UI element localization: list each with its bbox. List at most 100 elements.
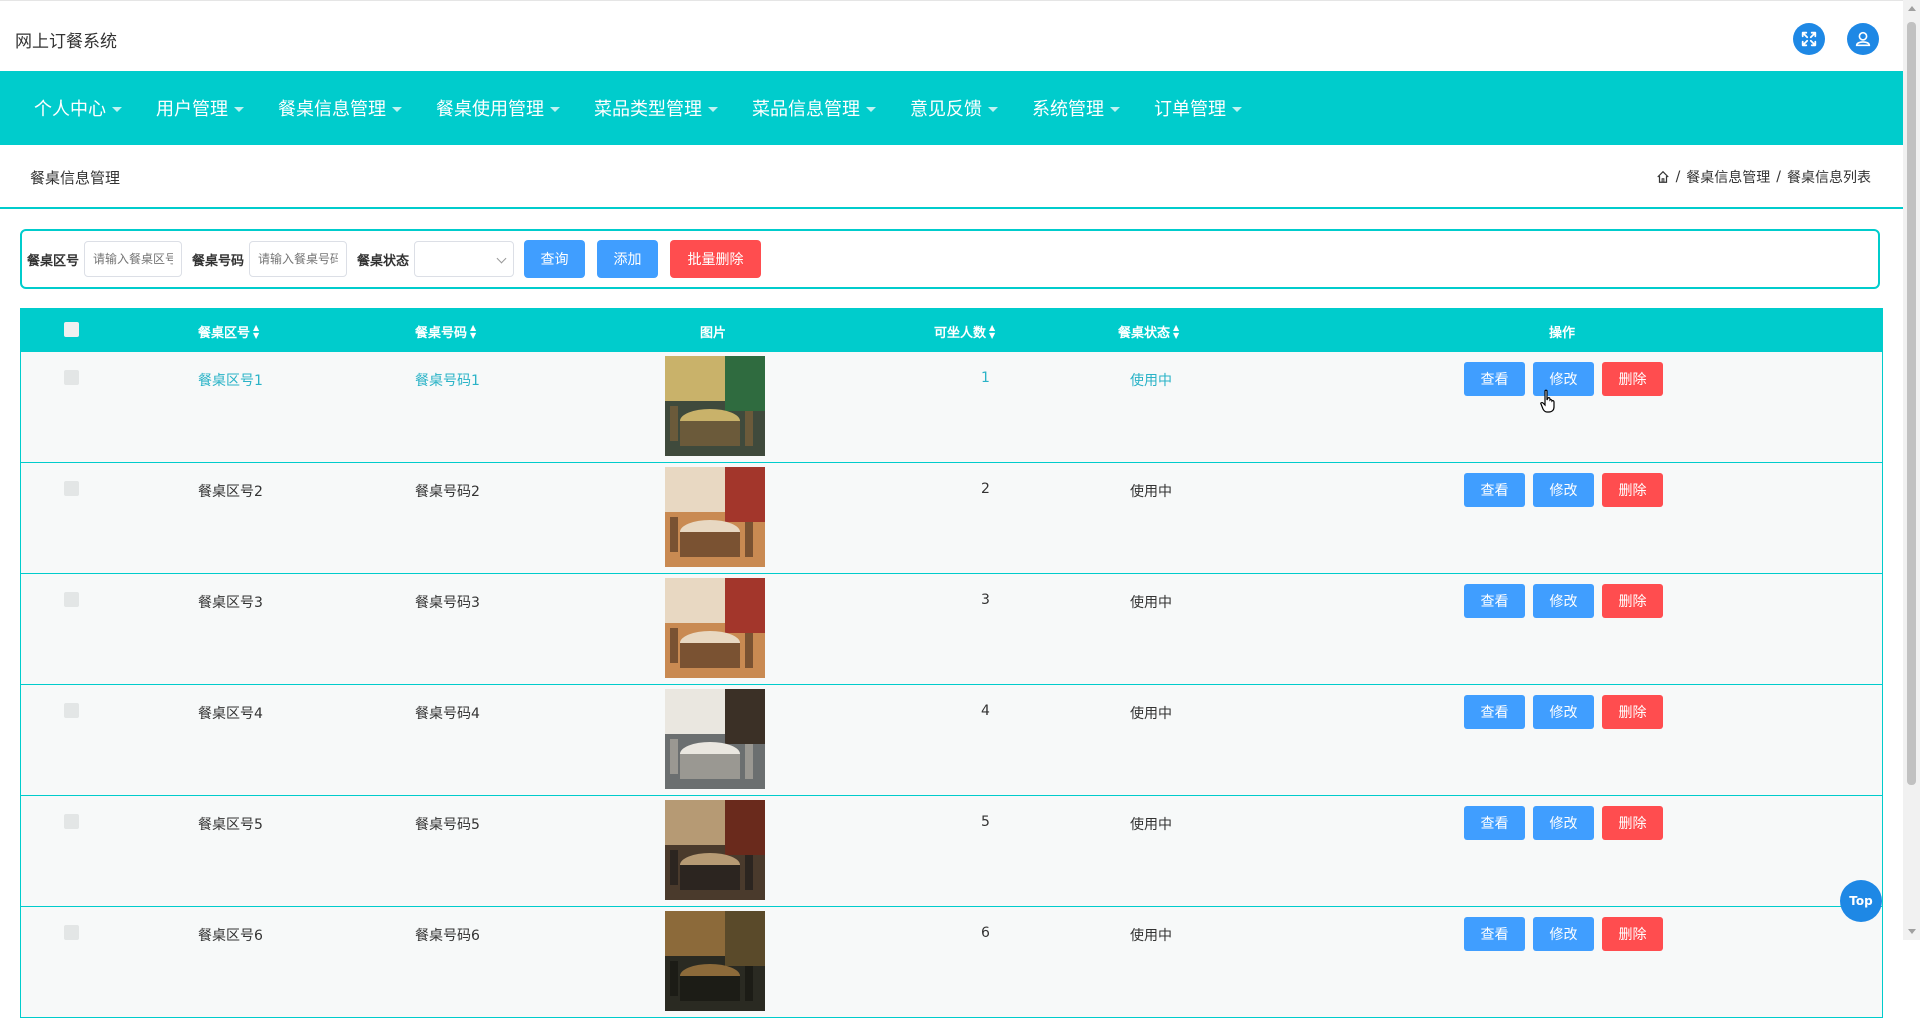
row-actions: 查看 修改 删除 — [1464, 695, 1663, 729]
header-number[interactable]: 餐桌号码 ▲ ▼ — [415, 322, 476, 341]
fullscreen-button[interactable] — [1793, 23, 1825, 55]
user-button[interactable] — [1847, 23, 1879, 55]
caret-down-icon — [112, 106, 122, 112]
caret-down-icon — [866, 106, 876, 112]
row-checkbox[interactable] — [64, 814, 79, 829]
cell-area: 餐桌区号5 — [198, 817, 263, 833]
caret-down-icon — [1232, 106, 1242, 112]
scrollbar-thumb[interactable] — [1907, 22, 1916, 785]
view-button[interactable]: 查看 — [1464, 695, 1525, 729]
nav-item-8[interactable]: 订单管理 — [1137, 95, 1259, 121]
cell-status: 使用中 — [1130, 706, 1172, 722]
cell-seats: 2 — [981, 481, 990, 497]
table-row: 餐桌区号1 餐桌号码1 1 使用中 查看 修改 删除 — [21, 352, 1882, 463]
caret-down-icon — [708, 106, 718, 112]
main-nav: 个人中心 用户管理 餐桌信息管理 餐桌使用管理 菜品类型管理 菜品信息管理 意见反馈 系统管理… — [0, 71, 1903, 145]
query-button[interactable]: 查询 — [524, 240, 586, 278]
top-header: 网上订餐系统 — [0, 0, 1903, 72]
row-checkbox[interactable] — [64, 592, 79, 607]
cell-area: 餐桌区号3 — [198, 595, 263, 611]
cell-status: 使用中 — [1130, 595, 1172, 611]
select-all-checkbox[interactable] — [64, 322, 79, 337]
breadcrumb-bar: 餐桌信息管理 / 餐桌信息管理 / 餐桌信息列表 — [0, 145, 1903, 209]
nav-item-label: 餐桌信息管理 — [278, 99, 386, 120]
table-photo — [665, 356, 765, 456]
caret-down-icon — [988, 106, 998, 112]
edit-button[interactable]: 修改 — [1533, 584, 1594, 618]
header-seats[interactable]: 可坐人数 ▲ ▼ — [934, 322, 995, 341]
back-to-top-button[interactable]: Top — [1840, 880, 1882, 922]
scroll-up-arrow[interactable] — [1908, 6, 1916, 11]
breadcrumb-item-current: 餐桌信息列表 — [1787, 170, 1871, 186]
edit-button[interactable]: 修改 — [1533, 917, 1594, 951]
edit-button[interactable]: 修改 — [1533, 806, 1594, 840]
cell-number: 餐桌号码1 — [415, 373, 480, 389]
home-icon[interactable] — [1656, 170, 1670, 184]
nav-item-6[interactable]: 意见反馈 — [893, 95, 1015, 121]
cell-status: 使用中 — [1130, 484, 1172, 500]
add-button[interactable]: 添加 — [597, 240, 659, 278]
delete-button[interactable]: 删除 — [1602, 917, 1663, 951]
nav-item-label: 菜品类型管理 — [594, 99, 702, 120]
table-photo — [665, 467, 765, 567]
breadcrumb-item-section[interactable]: 餐桌信息管理 — [1686, 167, 1770, 187]
cell-seats: 6 — [981, 925, 990, 941]
header-image: 图片 — [700, 326, 727, 341]
view-button[interactable]: 查看 — [1464, 473, 1525, 507]
nav-item-5[interactable]: 菜品信息管理 — [735, 95, 893, 121]
view-button[interactable]: 查看 — [1464, 362, 1525, 396]
delete-button[interactable]: 删除 — [1602, 362, 1663, 396]
nav-item-label: 菜品信息管理 — [752, 99, 860, 120]
edit-button[interactable]: 修改 — [1533, 695, 1594, 729]
header-status[interactable]: 餐桌状态 ▲ ▼ — [1118, 322, 1179, 341]
nav-item-label: 用户管理 — [156, 99, 228, 120]
number-input[interactable] — [249, 241, 348, 277]
edit-button[interactable]: 修改 — [1533, 473, 1594, 507]
page-scrollbar[interactable] — [1903, 0, 1920, 940]
nav-item-7[interactable]: 系统管理 — [1015, 95, 1137, 121]
cell-status: 使用中 — [1130, 928, 1172, 944]
sort-icon: ▲ ▼ — [253, 322, 260, 340]
sort-icon: ▲ ▼ — [1173, 322, 1180, 340]
nav-item-2[interactable]: 餐桌信息管理 — [261, 95, 419, 121]
table-list: 餐桌区号 ▲ ▼ 餐桌号码 ▲ ▼ 图片 可坐人数 ▲ ▼ 餐桌状态 ▲ ▼ 操作 餐桌区号1 餐… — [20, 308, 1883, 1018]
row-actions: 查看 修改 删除 — [1464, 806, 1663, 840]
view-button[interactable]: 查看 — [1464, 806, 1525, 840]
row-checkbox[interactable] — [64, 703, 79, 718]
nav-item-1[interactable]: 用户管理 — [139, 95, 261, 121]
row-actions: 查看 修改 删除 — [1464, 917, 1663, 951]
search-form: 餐桌区号 餐桌号码 餐桌状态 查询 添加 批量删除 — [20, 229, 1880, 289]
row-checkbox[interactable] — [64, 370, 79, 385]
status-select[interactable] — [414, 241, 515, 277]
caret-down-icon — [392, 106, 402, 112]
page-title: 餐桌信息管理 — [30, 169, 121, 187]
cell-status: 使用中 — [1130, 817, 1172, 833]
area-input[interactable] — [84, 241, 183, 277]
nav-item-label: 意见反馈 — [910, 99, 982, 120]
delete-button[interactable]: 删除 — [1602, 473, 1663, 507]
delete-button[interactable]: 删除 — [1602, 584, 1663, 618]
nav-item-0[interactable]: 个人中心 — [0, 95, 139, 121]
sort-icon: ▲ ▼ — [470, 322, 477, 340]
nav-item-label: 个人中心 — [34, 99, 106, 120]
nav-item-label: 餐桌使用管理 — [436, 99, 544, 120]
table-photo — [665, 800, 765, 900]
row-checkbox[interactable] — [64, 481, 79, 496]
cell-area: 餐桌区号6 — [198, 928, 263, 944]
delete-button[interactable]: 删除 — [1602, 695, 1663, 729]
nav-item-3[interactable]: 餐桌使用管理 — [419, 95, 577, 121]
table-row: 餐桌区号5 餐桌号码5 5 使用中 查看 修改 删除 — [21, 796, 1882, 907]
batch-delete-button[interactable]: 批量删除 — [670, 240, 762, 278]
scroll-down-arrow[interactable] — [1908, 929, 1916, 934]
delete-button[interactable]: 删除 — [1602, 806, 1663, 840]
system-title: 网上订餐系统 — [15, 32, 117, 52]
row-actions: 查看 修改 删除 — [1464, 584, 1663, 618]
header-area[interactable]: 餐桌区号 ▲ ▼ — [198, 322, 259, 341]
view-button[interactable]: 查看 — [1464, 584, 1525, 618]
table-row: 餐桌区号6 餐桌号码6 6 使用中 查看 修改 删除 — [21, 907, 1882, 1018]
view-button[interactable]: 查看 — [1464, 917, 1525, 951]
chevron-down-icon — [496, 253, 507, 264]
nav-item-4[interactable]: 菜品类型管理 — [577, 95, 735, 121]
row-checkbox[interactable] — [64, 925, 79, 940]
status-label: 餐桌状态 — [357, 253, 410, 269]
